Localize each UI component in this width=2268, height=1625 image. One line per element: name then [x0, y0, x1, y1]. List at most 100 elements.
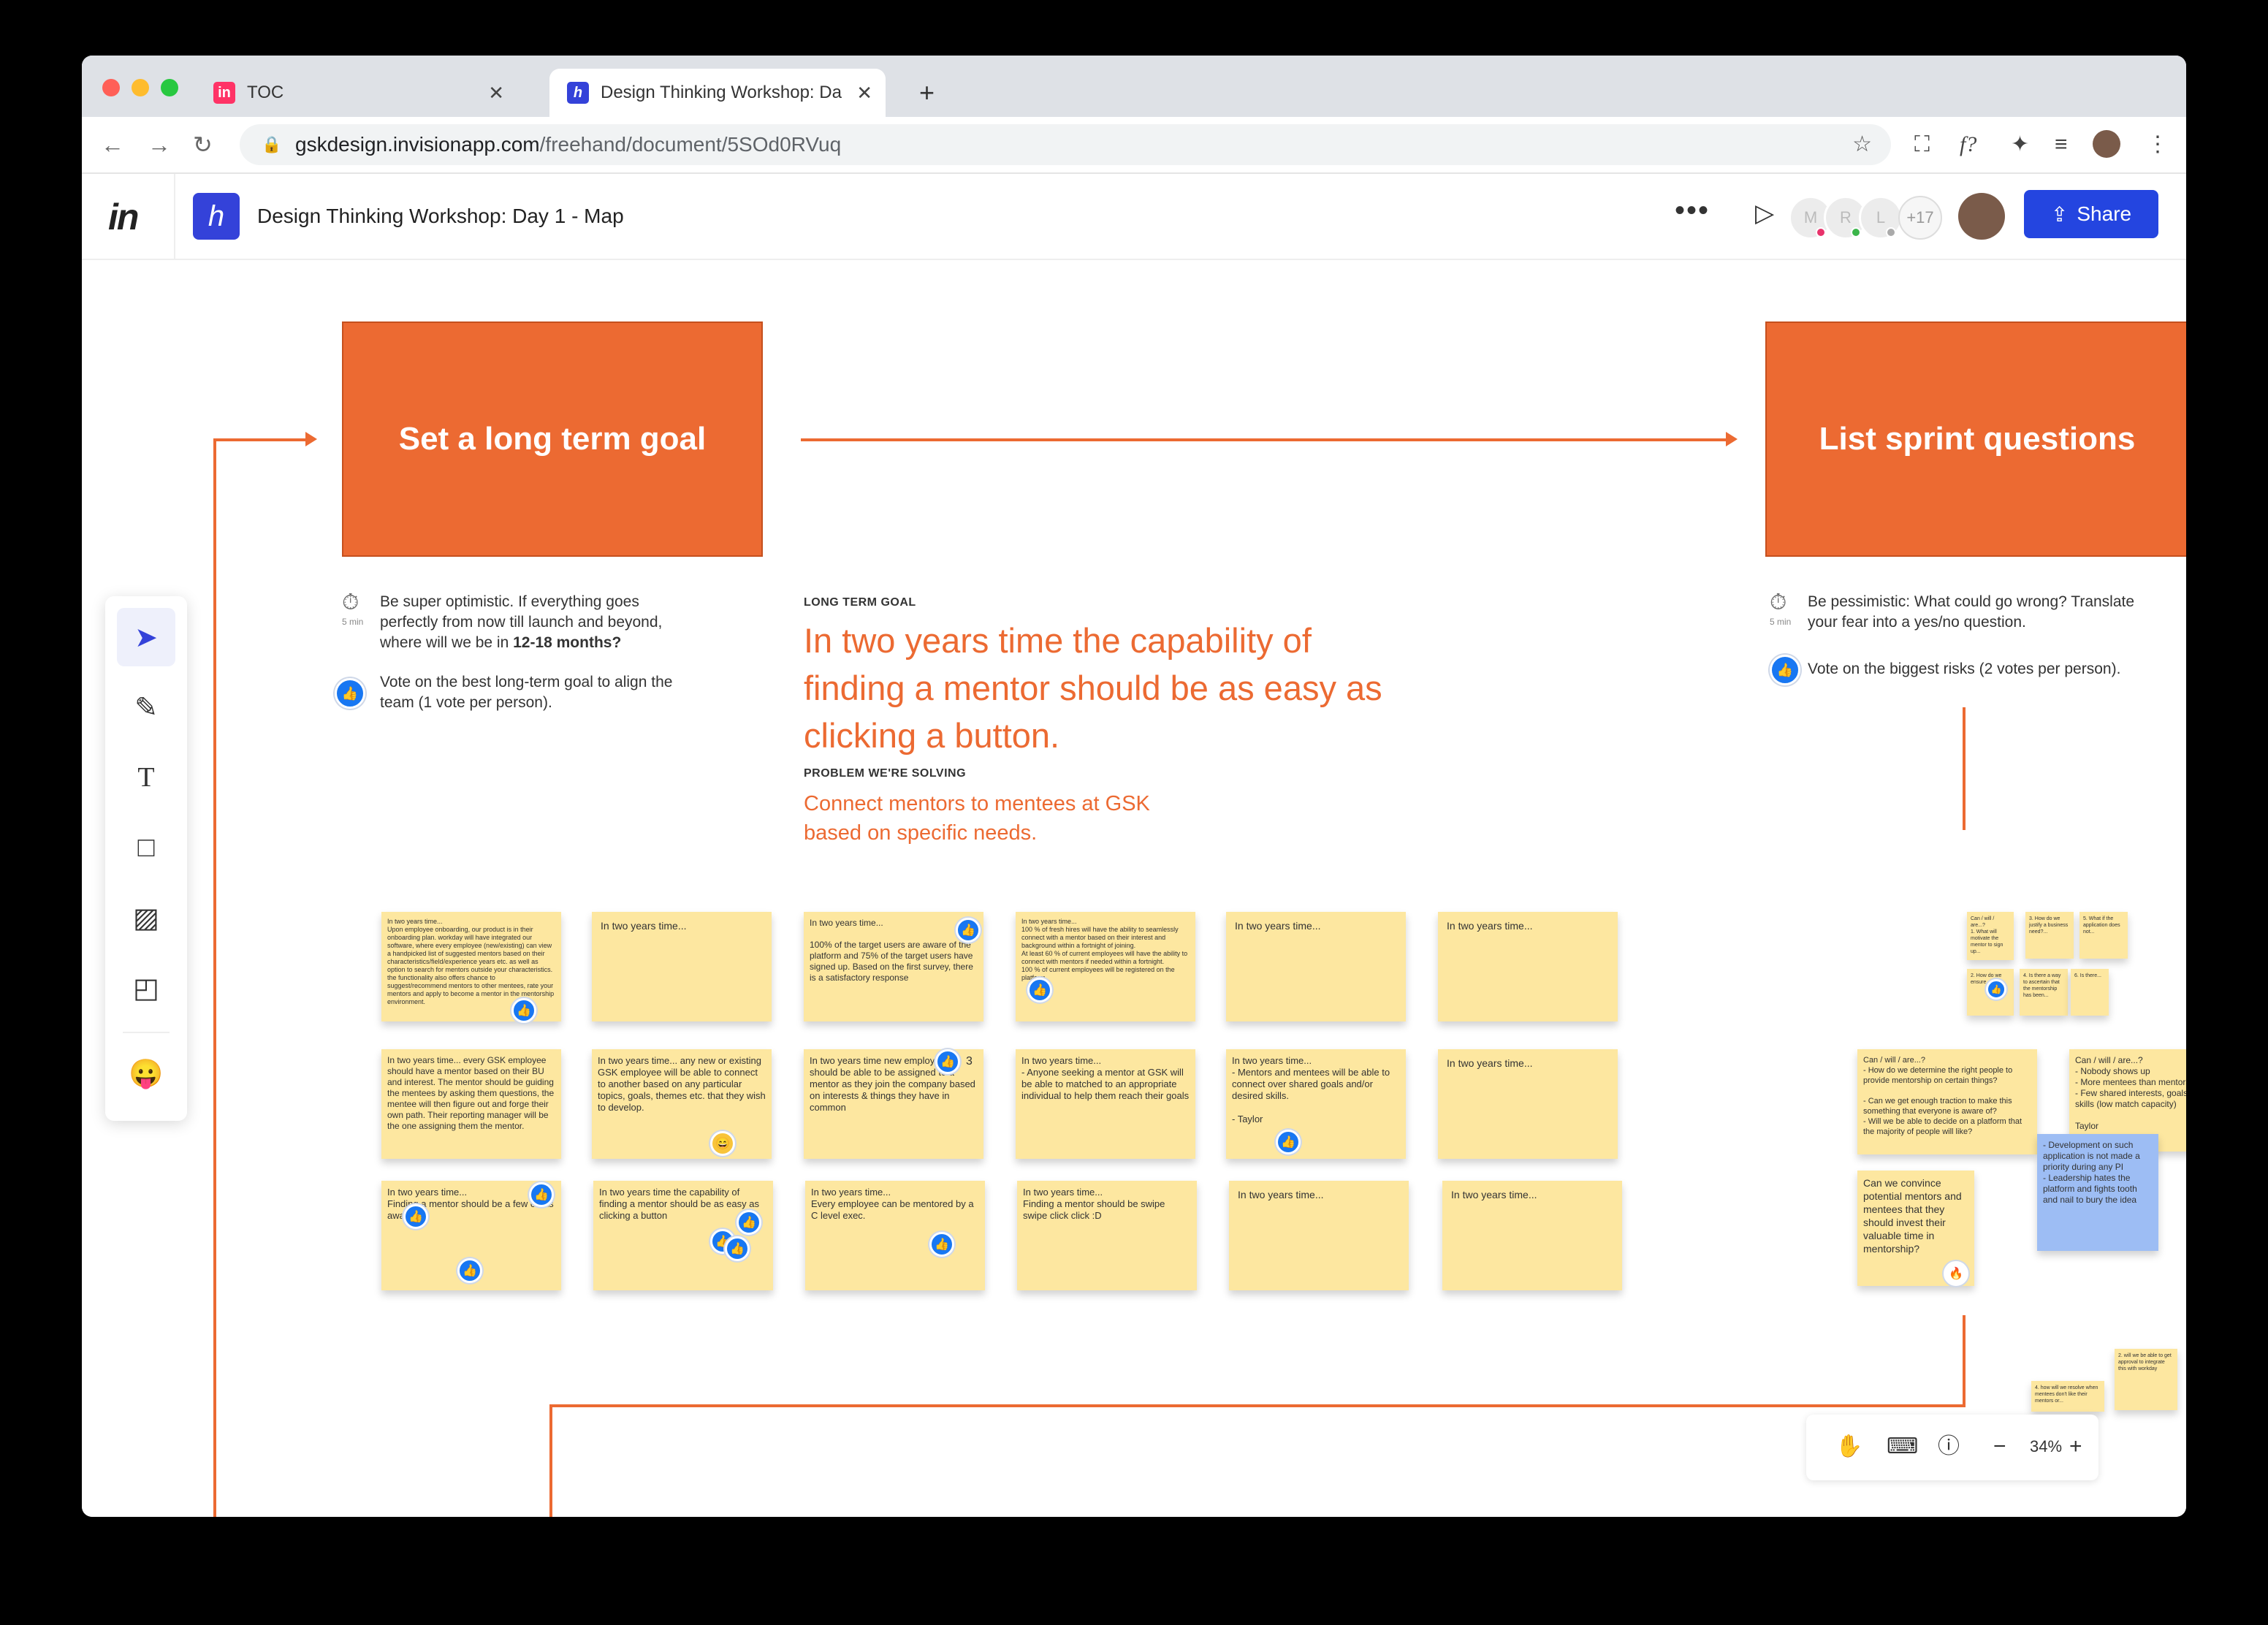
- sticky-note[interactable]: In two years time... every GSK employee …: [381, 1049, 561, 1159]
- sticky-note[interactable]: In two years time... - Anyone seeking a …: [1016, 1049, 1195, 1159]
- thumbs-up-reaction-icon[interactable]: 👍: [403, 1204, 428, 1229]
- avatar-initial: R: [1840, 208, 1852, 227]
- collaborator-avatar[interactable]: L: [1859, 196, 1903, 240]
- tab-strip: in TOC ✕ h Design Thinking Workshop: Da …: [82, 56, 2186, 117]
- media-queue-icon[interactable]: ≡: [2055, 132, 2068, 158]
- sticky-note[interactable]: In two years time...: [592, 912, 772, 1021]
- sticky-note[interactable]: In two years time... Finding a mentor sh…: [1017, 1181, 1197, 1290]
- thumbs-up-reaction-icon[interactable]: 👍: [1986, 979, 2006, 1000]
- timer-label: 5 min: [342, 617, 364, 627]
- sticky-note[interactable]: In two years time...: [1229, 1181, 1409, 1290]
- browser-menu-icon[interactable]: ⋮: [2147, 132, 2169, 158]
- url-field[interactable]: 🔒 gskdesign.invisionapp.com/freehand/doc…: [240, 124, 1891, 165]
- new-tab-button[interactable]: +: [919, 69, 935, 117]
- sticky-note[interactable]: In two years time...: [1438, 912, 1618, 1021]
- connector-line: [1963, 1315, 1966, 1407]
- sticky-note[interactable]: In two years time... 100 % of fresh hire…: [1016, 912, 1195, 1021]
- stopwatch-icon: ⏱: [342, 590, 359, 614]
- fire-emoji-reaction-icon[interactable]: 🔥: [1944, 1261, 1968, 1286]
- sticky-note[interactable]: - Development on such application is not…: [2037, 1134, 2158, 1251]
- share-icon: ⇪: [2050, 202, 2069, 226]
- thumbs-up-reaction-icon[interactable]: 👍: [1276, 1130, 1301, 1154]
- keyboard-shortcuts-icon[interactable]: ⌨: [1887, 1431, 1918, 1463]
- problem-text[interactable]: Connect mentors to mentees at GSK based …: [804, 789, 1184, 848]
- sticky-note[interactable]: 3. How do we justify a business need?...: [2025, 912, 2074, 959]
- thumbs-up-icon: 👍: [335, 678, 365, 709]
- browser-window: in TOC ✕ h Design Thinking Workshop: Da …: [82, 56, 2186, 1517]
- zoom-out-icon[interactable]: −: [1993, 1431, 2006, 1463]
- pencil-icon[interactable]: ✎: [117, 678, 175, 737]
- tab-toc[interactable]: in TOC ✕: [199, 69, 517, 117]
- forward-arrow-icon[interactable]: →: [148, 130, 171, 159]
- whiteboard-canvas[interactable]: Set a long term goal List sprint questio…: [82, 260, 2186, 1517]
- sticky-note[interactable]: 5. What if the application does not...: [2079, 912, 2128, 959]
- rectangle-icon[interactable]: □: [117, 818, 175, 877]
- sticky-note[interactable]: In two years time...: [1226, 912, 1406, 1021]
- hand-pan-icon[interactable]: ✋: [1835, 1431, 1862, 1463]
- profile-avatar[interactable]: [2093, 130, 2120, 158]
- toolbar-divider: [123, 1032, 170, 1033]
- sticky-note[interactable]: In two years time... any new or existing…: [592, 1049, 772, 1159]
- goal-header-box[interactable]: Set a long term goal: [342, 321, 763, 557]
- emoji-reaction-icon[interactable]: 😛: [117, 1045, 175, 1103]
- tab-design-thinking[interactable]: h Design Thinking Workshop: Da ✕: [549, 69, 886, 117]
- sticky-note[interactable]: Can / will / are...? 1. What will motiva…: [1967, 912, 2014, 960]
- close-tab-icon[interactable]: ✕: [856, 82, 872, 104]
- text-tool-icon[interactable]: T: [117, 748, 175, 807]
- thumbs-up-reaction-icon[interactable]: 👍: [529, 1182, 554, 1207]
- back-arrow-icon[interactable]: ←: [101, 130, 124, 159]
- extensions-puzzle-icon[interactable]: ✦: [2011, 132, 2029, 158]
- sticky-note[interactable]: 4. how will we resolve when mentees don'…: [2031, 1381, 2104, 1412]
- sticky-note[interactable]: In two years time... - Mentors and mente…: [1226, 1049, 1406, 1159]
- thumbs-up-reaction-icon[interactable]: 👍: [457, 1258, 482, 1283]
- sticky-note[interactable]: 6. Is there...: [2071, 969, 2109, 1016]
- sticky-note[interactable]: Can / will / are...? - How do we determi…: [1857, 1049, 2037, 1154]
- select-pointer-icon[interactable]: ➤: [117, 608, 175, 666]
- laughing-emoji-reaction-icon[interactable]: 😄: [710, 1131, 735, 1156]
- close-window-button[interactable]: [102, 79, 120, 96]
- help-icon[interactable]: ⓘ: [1938, 1431, 1960, 1463]
- collaborator-overflow-badge[interactable]: +17: [1898, 196, 1942, 240]
- zoom-level[interactable]: 34%: [2030, 1431, 2062, 1463]
- screenshot-extension-icon[interactable]: ⛶: [1914, 132, 1930, 158]
- lock-icon: 🔒: [262, 135, 282, 153]
- current-user-avatar[interactable]: [1958, 193, 2005, 240]
- long-term-goal-text[interactable]: In two years time the capability of find…: [804, 617, 1410, 759]
- invision-logo[interactable]: in: [108, 196, 139, 238]
- sticky-note-icon[interactable]: ◰: [117, 959, 175, 1017]
- thumbs-up-reaction-icon[interactable]: 👍: [929, 1232, 954, 1257]
- maximize-window-button[interactable]: [161, 79, 178, 96]
- thumbs-up-reaction-icon[interactable]: 👍: [737, 1210, 761, 1235]
- header-divider: [174, 174, 175, 260]
- instruction-emphasis: 12-18 months?: [513, 634, 622, 651]
- bookmark-star-icon[interactable]: ☆: [1852, 124, 1872, 165]
- problem-label: PROBLEM WE'RE SOLVING: [804, 767, 967, 780]
- image-icon[interactable]: ▨: [117, 888, 175, 947]
- minimize-window-button[interactable]: [132, 79, 149, 96]
- thumbs-up-reaction-icon[interactable]: 👍: [1027, 978, 1052, 1002]
- thumbs-up-reaction-icon[interactable]: 👍: [956, 918, 981, 943]
- sticky-note[interactable]: In two years time...: [1442, 1181, 1622, 1290]
- thumbs-up-icon: 👍: [1770, 655, 1800, 685]
- sticky-note[interactable]: In two years time... Every employee can …: [805, 1181, 985, 1290]
- freehand-doc-icon: h: [193, 193, 240, 240]
- thumbs-up-reaction-icon[interactable]: 👍: [935, 1049, 960, 1074]
- font-extension-icon[interactable]: f?: [1960, 132, 1976, 158]
- connector-line: [213, 438, 308, 441]
- sprint-questions-header-box[interactable]: List sprint questions: [1765, 321, 2186, 557]
- close-tab-icon[interactable]: ✕: [488, 82, 504, 104]
- thumbs-up-reaction-icon[interactable]: 👍: [725, 1236, 750, 1261]
- sticky-note[interactable]: In two years time...: [1438, 1049, 1618, 1159]
- reload-icon[interactable]: ↻: [193, 130, 213, 159]
- present-play-icon[interactable]: ▷: [1755, 199, 1774, 228]
- sticky-note[interactable]: 4. Is there a way to ascertain that the …: [2020, 969, 2068, 1016]
- document-title[interactable]: Design Thinking Workshop: Day 1 - Map: [257, 205, 624, 228]
- zoom-in-icon[interactable]: +: [2069, 1431, 2082, 1463]
- thumbs-up-reaction-icon[interactable]: 👍: [511, 998, 536, 1023]
- sticky-note[interactable]: In two years time the capability of find…: [593, 1181, 773, 1290]
- share-button[interactable]: ⇪ Share: [2024, 190, 2158, 238]
- sticky-note[interactable]: 2. will we be able to get approval to in…: [2115, 1349, 2177, 1410]
- url-host: gskdesign.invisionapp.com: [295, 133, 540, 156]
- vote-instruction: Vote on the best long-term goal to align…: [380, 674, 673, 711]
- more-options-button[interactable]: •••: [1675, 194, 1710, 227]
